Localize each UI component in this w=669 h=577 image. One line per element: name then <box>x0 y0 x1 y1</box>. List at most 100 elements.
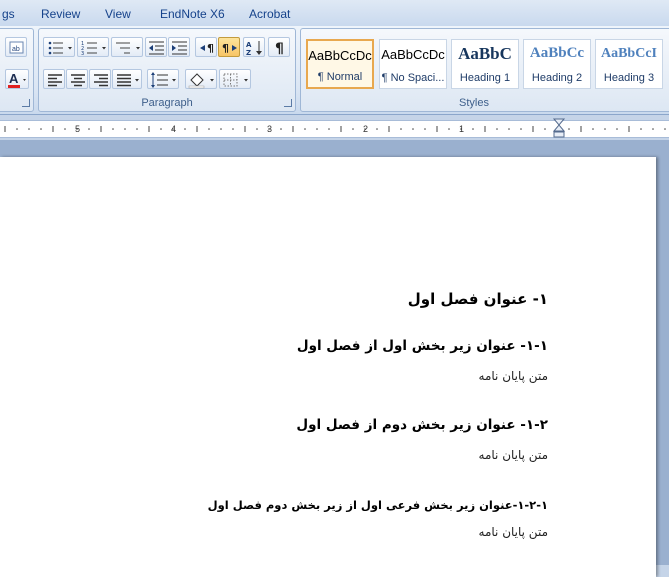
line-spacing-button[interactable] <box>147 69 179 89</box>
heading-chapter-1[interactable]: ۱- عنوان فصل اول <box>408 290 548 308</box>
ruler-tick <box>520 128 522 130</box>
paragraph-group-label: Paragraph <box>141 97 193 109</box>
ruler-tick <box>664 128 666 130</box>
justify-icon <box>117 74 139 87</box>
clear-format-icon: ab <box>9 41 24 54</box>
increase-indent-button[interactable] <box>168 37 190 57</box>
ruler-tick <box>472 128 474 130</box>
ruler-tick <box>304 128 306 130</box>
style-heading-1-name: Heading 1 <box>459 72 511 84</box>
ruler-number: 4 <box>171 124 177 134</box>
style-heading-2-sample: AaBbCc <box>529 45 585 61</box>
line-spacing-icon <box>151 72 176 88</box>
tab-endnote[interactable]: EndNote X6 <box>160 7 225 21</box>
ruler-tick <box>220 128 222 130</box>
styles-group: AaBbCcDc ¶ Normal AaBbCcDc ¶ No Spaci...… <box>300 28 669 112</box>
ruler-tick <box>352 128 354 130</box>
ribbon: ab A 123 ¶ ¶ A Z ¶ Paragraph AaBbCcDc ¶ … <box>0 26 669 115</box>
pilcrow-icon: ¶ <box>275 41 284 57</box>
style-normal-name: ¶ Normal <box>317 71 363 83</box>
ruler-tick <box>64 128 66 130</box>
align-right-icon <box>94 74 108 87</box>
ruler-number: 5 <box>75 124 81 134</box>
font-color-icon: A <box>8 71 26 88</box>
horizontal-ruler[interactable]: 5 4 3 2 1 <box>0 116 669 140</box>
svg-text:Z: Z <box>246 49 251 57</box>
svg-text:3: 3 <box>81 51 84 57</box>
indent-marker-icon[interactable] <box>553 116 565 140</box>
style-no-spacing-sample: AaBbCcDc <box>381 47 445 62</box>
tab-view[interactable]: View <box>105 7 131 21</box>
numbering-button[interactable]: 123 <box>77 37 109 57</box>
svg-text:A: A <box>9 71 19 86</box>
style-no-spacing-name: ¶ No Spaci... <box>381 72 445 84</box>
show-hide-formatting-button[interactable]: ¶ <box>268 37 290 57</box>
ruler-tick <box>640 128 642 130</box>
bullets-icon <box>48 41 72 55</box>
body-text-1[interactable]: متن پایان نامه <box>479 369 548 383</box>
right-to-left-button[interactable]: ¶ <box>218 37 240 57</box>
align-left-button[interactable] <box>43 69 65 89</box>
document-area: ۱- عنوان فصل اول ۱-۱- عنوان زیر بخش اول … <box>0 140 669 577</box>
style-heading-1[interactable]: AaBbC Heading 1 <box>451 39 519 89</box>
svg-text:¶: ¶ <box>222 42 229 55</box>
ruler-tick <box>592 128 594 130</box>
document-page[interactable]: ۱- عنوان فصل اول ۱-۱- عنوان زیر بخش اول … <box>0 157 656 577</box>
multilevel-list-button[interactable] <box>111 37 143 57</box>
ruler-tick <box>124 128 126 130</box>
ruler-tick <box>412 128 414 130</box>
ruler-tick <box>88 128 90 130</box>
ruler-tick <box>568 128 570 130</box>
ruler-tick <box>208 128 210 130</box>
decrease-indent-button[interactable] <box>145 37 167 57</box>
style-heading-3[interactable]: AaBbCcI Heading 3 <box>595 39 663 89</box>
style-normal-sample: AaBbCcDc <box>308 48 372 63</box>
clear-format-button[interactable]: ab <box>5 37 27 57</box>
justify-button[interactable] <box>112 69 142 89</box>
ruler-strip: 5 4 3 2 1 <box>0 120 669 138</box>
body-text-3[interactable]: متن پایان نامه <box>479 525 548 539</box>
svg-text:¶: ¶ <box>275 41 284 57</box>
ruler-ticks <box>4 126 666 132</box>
font-dialog-launcher[interactable] <box>22 99 30 107</box>
heading-subsection-1-2-1[interactable]: ۱-۲-۱-عنوان زیر بخش فرعی اول از زیر بخش … <box>208 498 548 512</box>
tab-review[interactable]: Review <box>41 7 80 21</box>
style-heading-1-sample: AaBbC <box>458 44 512 63</box>
sort-button[interactable]: A Z <box>243 37 265 57</box>
shading-button[interactable] <box>185 69 217 89</box>
ruler-tick <box>40 128 42 130</box>
body-text-2[interactable]: متن پایان نامه <box>479 448 548 462</box>
ruler-tick <box>28 128 30 130</box>
align-center-icon <box>71 74 85 87</box>
style-heading-2[interactable]: AaBbCc Heading 2 <box>523 39 591 89</box>
sort-az-icon: A Z <box>246 41 262 57</box>
paragraph-dialog-launcher[interactable] <box>284 99 292 107</box>
heading-section-1-2[interactable]: ۱-۲- عنوان زیر بخش دوم از فصل اول <box>296 417 548 433</box>
left-to-right-button[interactable]: ¶ <box>195 37 217 57</box>
svg-text:ab: ab <box>12 46 20 53</box>
ruler-tick <box>604 128 606 130</box>
align-center-button[interactable] <box>66 69 88 89</box>
styles-group-label: Styles <box>459 97 489 109</box>
style-no-spacing[interactable]: AaBbCcDc ¶ No Spaci... <box>379 39 447 89</box>
bullets-button[interactable] <box>43 37 75 57</box>
ruler-tick <box>160 128 162 130</box>
ruler-tick <box>448 128 450 130</box>
ruler-tick <box>496 128 498 130</box>
font-color-button[interactable]: A <box>5 69 29 89</box>
ruler-tick <box>136 128 138 130</box>
tab-mailings[interactable]: gs <box>2 7 15 21</box>
align-right-button[interactable] <box>89 69 111 89</box>
align-left-icon <box>48 74 62 87</box>
heading-section-1-1[interactable]: ۱-۱- عنوان زیر بخش اول از فصل اول <box>297 338 548 354</box>
borders-button[interactable] <box>219 69 251 89</box>
style-normal[interactable]: AaBbCcDc ¶ Normal <box>306 39 374 89</box>
ruler-number: 2 <box>363 124 369 134</box>
svg-text:A: A <box>246 41 252 49</box>
multilevel-list-icon <box>116 42 140 54</box>
tab-acrobat[interactable]: Acrobat <box>249 7 290 21</box>
increase-indent-icon <box>172 41 187 55</box>
svg-text:¶: ¶ <box>207 42 214 55</box>
numbering-icon: 123 <box>81 41 106 57</box>
style-heading-3-name: Heading 3 <box>603 72 655 84</box>
